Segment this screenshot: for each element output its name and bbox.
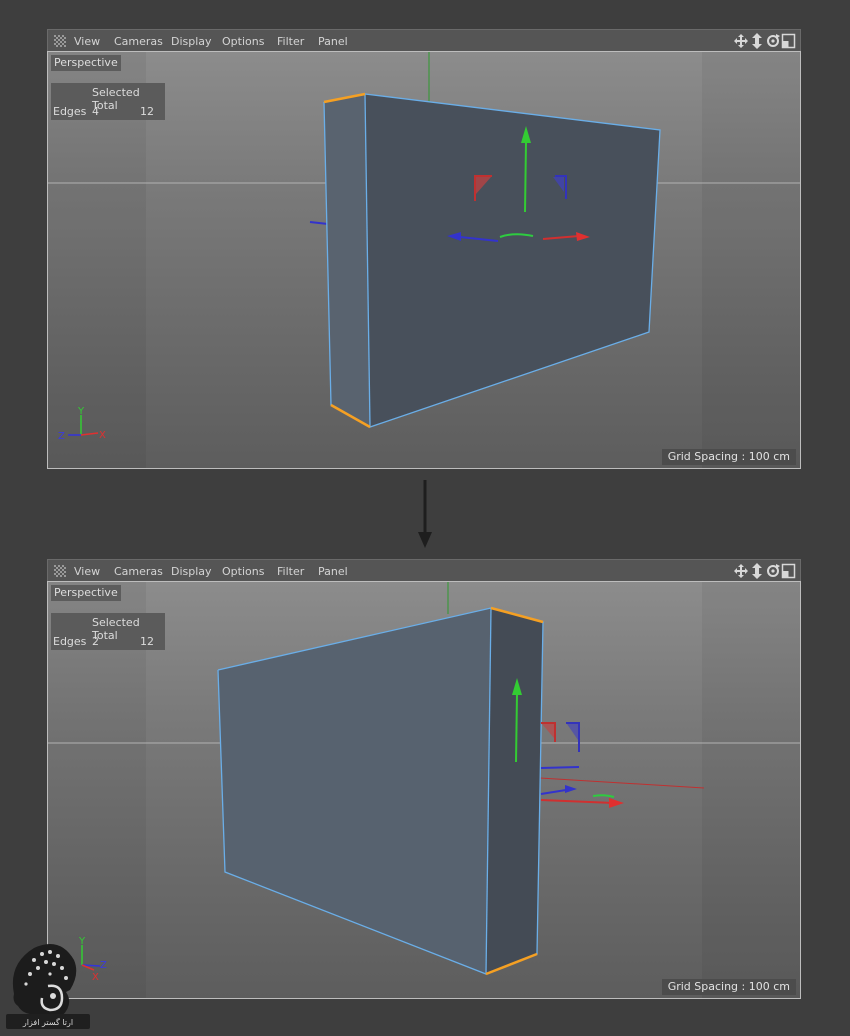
hud-row-label: Edges	[53, 105, 87, 118]
watermark-text: ارتا گستر افزار	[22, 1017, 73, 1027]
viewport-bottom[interactable]: View Cameras Display Options Filter Pane…	[47, 559, 801, 999]
maximize-view-icon[interactable]	[781, 33, 796, 49]
hud-header: Selected Total	[92, 86, 140, 112]
menu-display[interactable]: Display	[171, 35, 212, 48]
grip-icon[interactable]	[54, 35, 66, 47]
camera-label[interactable]: Perspective	[51, 585, 121, 601]
menu-cameras[interactable]: Cameras	[114, 565, 163, 578]
hud-selected-count: 2	[92, 635, 99, 648]
hud-total-count: 12	[140, 635, 154, 648]
box-side-face[interactable]	[486, 608, 543, 974]
menu-options[interactable]: Options	[222, 35, 264, 48]
move-view-icon[interactable]	[734, 34, 748, 48]
grip-icon[interactable]	[54, 565, 66, 577]
selection-hud: Selected Total Edges 2 12	[51, 613, 165, 650]
viewport-top[interactable]: View Cameras Display Options Filter Pane…	[47, 29, 801, 469]
axis-label-z: Z	[100, 960, 107, 971]
hud-row-label: Edges	[53, 635, 87, 648]
view-navigation	[734, 33, 796, 49]
rotate-view-icon[interactable]	[767, 34, 780, 47]
viewport-menubar: View Cameras Display Options Filter Pane…	[47, 559, 801, 581]
axis-label-y: Y	[77, 406, 85, 417]
axis-label-x: X	[99, 430, 106, 441]
dolly-view-icon[interactable]	[752, 33, 762, 49]
hud-total-count: 12	[140, 105, 154, 118]
maximize-view-icon[interactable]	[781, 563, 796, 579]
hud-selected-count: 4	[92, 105, 99, 118]
menu-view[interactable]: View	[74, 565, 100, 578]
selection-hud: Selected Total Edges 4 12	[51, 83, 165, 120]
menu-filter[interactable]: Filter	[277, 565, 304, 578]
menu-filter[interactable]: Filter	[277, 35, 304, 48]
rotate-view-icon[interactable]	[767, 564, 780, 577]
grid-spacing-readout: Grid Spacing : 100 cm	[661, 979, 796, 995]
menu-display[interactable]: Display	[171, 565, 212, 578]
menu-panel[interactable]: Panel	[318, 565, 348, 578]
viewport-scene[interactable]: Y Z X Perspective Selected Total Edges 4…	[47, 51, 801, 469]
dolly-view-icon[interactable]	[752, 563, 762, 579]
hud-header: Selected Total	[92, 616, 140, 642]
watermark-logo: ارتا گستر افزار	[6, 944, 90, 1029]
down-arrow-icon	[418, 480, 432, 548]
menu-view[interactable]: View	[74, 35, 100, 48]
move-view-icon[interactable]	[734, 564, 748, 578]
viewport-menubar: View Cameras Display Options Filter Pane…	[47, 29, 801, 51]
viewport-scene[interactable]: Y Z X Perspective Selected Total Edges 2…	[47, 581, 801, 999]
menu-cameras[interactable]: Cameras	[114, 35, 163, 48]
view-navigation	[734, 563, 796, 579]
grid-spacing-readout: Grid Spacing : 100 cm	[661, 449, 796, 465]
axis-label-z: Z	[58, 431, 65, 442]
menu-options[interactable]: Options	[222, 565, 264, 578]
menu-panel[interactable]: Panel	[318, 35, 348, 48]
camera-label[interactable]: Perspective	[51, 55, 121, 71]
